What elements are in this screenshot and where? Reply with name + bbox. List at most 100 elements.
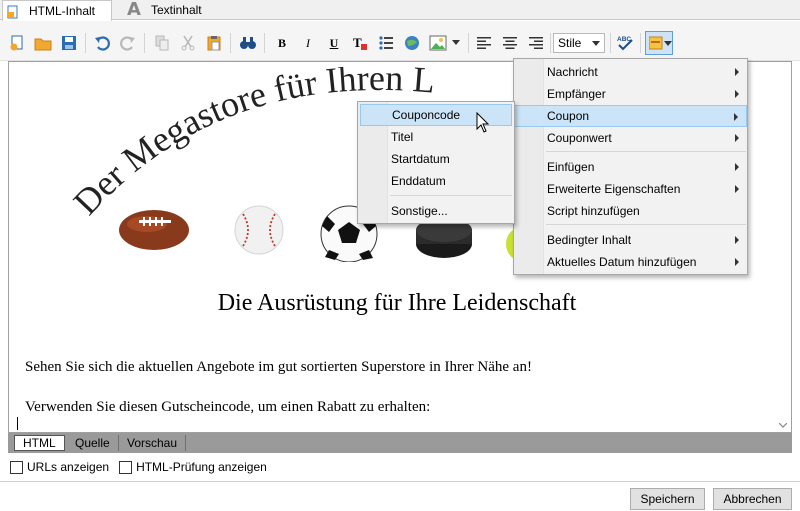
top-tab-bar: HTML-Inhalt A Textinhalt	[0, 0, 800, 21]
show-html-check-checkbox[interactable]	[119, 460, 133, 474]
find-binoculars-icon[interactable]	[238, 33, 258, 53]
menu-item-label: Startdatum	[391, 152, 450, 166]
footer-divider	[0, 481, 800, 482]
menu-item-end-date[interactable]: Enddatum	[358, 170, 514, 192]
menu-item-label: Couponcode	[392, 108, 461, 122]
scroll-down-chevron-icon[interactable]	[779, 423, 787, 428]
tab-html-view[interactable]: HTML	[14, 435, 65, 451]
align-left-icon[interactable]	[474, 33, 494, 53]
menu-item-add-current-date[interactable]: Aktuelles Datum hinzufügen	[514, 251, 747, 273]
menu-item-other[interactable]: Sonstige...	[358, 200, 514, 222]
menu-item-label: Einfügen	[547, 160, 595, 174]
menu-item-add-script[interactable]: Script hinzufügen	[514, 200, 747, 222]
style-select-value: Stile	[558, 36, 582, 50]
menu-item-label: Bedingter Inhalt	[547, 233, 632, 247]
menu-item-label: Nachricht	[547, 65, 598, 79]
text-a-icon: A	[127, 0, 141, 20]
undo-icon[interactable]	[92, 33, 112, 53]
save-disk-icon[interactable]	[59, 33, 79, 53]
menu-item-title[interactable]: Titel	[358, 126, 514, 148]
submenu-arrow-icon	[735, 163, 739, 171]
menu-item-label: Enddatum	[391, 174, 446, 188]
submenu-arrow-icon	[735, 185, 739, 193]
menu-separator	[546, 224, 746, 225]
menu-separator	[546, 151, 746, 152]
align-center-icon[interactable]	[500, 33, 520, 53]
menu-item-conditional-content[interactable]: Bedingter Inhalt	[514, 229, 747, 251]
menu-item-start-date[interactable]: Startdatum	[358, 148, 514, 170]
new-document-icon[interactable]	[7, 33, 27, 53]
menu-item-advanced-properties[interactable]: Erweiterte Eigenschaften	[514, 178, 747, 200]
cancel-button[interactable]: Abbrechen	[713, 488, 792, 510]
html-document-icon	[7, 5, 19, 18]
show-urls-checkbox[interactable]	[10, 460, 23, 474]
insert-link-globe-icon[interactable]	[402, 33, 422, 53]
submenu-arrow-icon	[735, 68, 739, 76]
menu-item-label: Titel	[391, 130, 414, 144]
toolbar-separator	[610, 33, 611, 53]
coupon-submenu: Couponcode Titel Startdatum Enddatum Son…	[357, 101, 515, 224]
open-folder-icon[interactable]	[33, 33, 53, 53]
redo-icon[interactable]	[118, 33, 138, 53]
editor-toolbar: B I U T Stile ABC	[0, 21, 800, 61]
toolbar-separator	[230, 33, 231, 53]
view-tab-strip: HTML Quelle Vorschau	[8, 433, 792, 453]
vertical-scrollbar[interactable]	[775, 62, 791, 432]
mouse-pointer-icon	[476, 112, 490, 133]
bold-button[interactable]: B	[272, 33, 292, 53]
football-icon	[119, 210, 189, 250]
personalization-field-icon	[649, 36, 663, 50]
tab-html-content-label: HTML-Inhalt	[29, 4, 96, 18]
underline-button[interactable]: U	[324, 33, 344, 53]
menu-item-label: Couponwert	[547, 131, 612, 145]
align-right-icon[interactable]	[526, 33, 546, 53]
tab-text-content-label: Textinhalt	[150, 3, 202, 17]
toolbar-separator	[264, 33, 265, 53]
insert-image-icon[interactable]	[428, 33, 448, 53]
text-color-icon[interactable]: T	[350, 33, 370, 53]
menu-item-label: Sonstige...	[391, 204, 448, 218]
menu-item-label: Coupon	[547, 109, 590, 123]
italic-button[interactable]: I	[298, 33, 318, 53]
toolbar-separator	[144, 33, 145, 53]
personalization-chevron-down-icon	[664, 41, 672, 46]
menu-item-coupon[interactable]: Coupon	[514, 105, 747, 127]
hockey-puck-icon	[416, 218, 472, 258]
menu-item-label: Script hinzufügen	[547, 204, 640, 218]
tab-preview[interactable]: Vorschau	[119, 435, 187, 451]
menu-item-label: Erweiterte Eigenschaften	[547, 182, 681, 196]
spellcheck-icon[interactable]: ABC	[615, 33, 635, 53]
tab-html-content[interactable]: HTML-Inhalt	[2, 0, 112, 21]
tab-source-view[interactable]: Quelle	[67, 435, 119, 451]
show-html-check-label: HTML-Prüfung anzeigen	[136, 460, 267, 474]
style-select[interactable]: Stile	[553, 33, 605, 53]
menu-item-coupon-value[interactable]: Couponwert	[514, 127, 747, 149]
toolbar-separator	[550, 33, 551, 53]
personalization-menu-button[interactable]	[645, 31, 673, 55]
style-select-chevron-down-icon	[592, 41, 600, 46]
baseball-icon	[234, 205, 284, 255]
submenu-arrow-icon	[735, 258, 739, 266]
submenu-arrow-icon	[734, 113, 738, 121]
menu-item-insert[interactable]: Einfügen	[514, 156, 747, 178]
text-caret	[17, 417, 18, 430]
toolbar-separator	[640, 33, 641, 53]
image-dropdown-chevron-icon[interactable]	[450, 33, 462, 53]
save-button[interactable]: Speichern	[630, 488, 705, 510]
menu-item-label: Aktuelles Datum hinzufügen	[547, 255, 697, 269]
bullet-list-icon[interactable]	[376, 33, 396, 53]
copy-icon[interactable]	[152, 33, 172, 53]
submenu-arrow-icon	[735, 134, 739, 142]
show-urls-label: URLs anzeigen	[27, 460, 110, 474]
tab-text-content[interactable]: A Textinhalt	[115, 0, 215, 20]
toolbar-separator	[85, 33, 86, 53]
cut-icon[interactable]	[178, 33, 198, 53]
menu-item-label: Empfänger	[547, 87, 606, 101]
submenu-arrow-icon	[735, 90, 739, 98]
menu-item-message[interactable]: Nachricht	[514, 61, 747, 83]
svg-text:T: T	[353, 35, 362, 50]
subheading: Die Ausrüstung für Ihre Leidenschaft	[217, 290, 577, 316]
paste-icon[interactable]	[204, 33, 224, 53]
paragraph-offers: Sehen Sie sich die aktuellen Angebote im…	[25, 359, 532, 375]
menu-item-recipient[interactable]: Empfänger	[514, 83, 747, 105]
